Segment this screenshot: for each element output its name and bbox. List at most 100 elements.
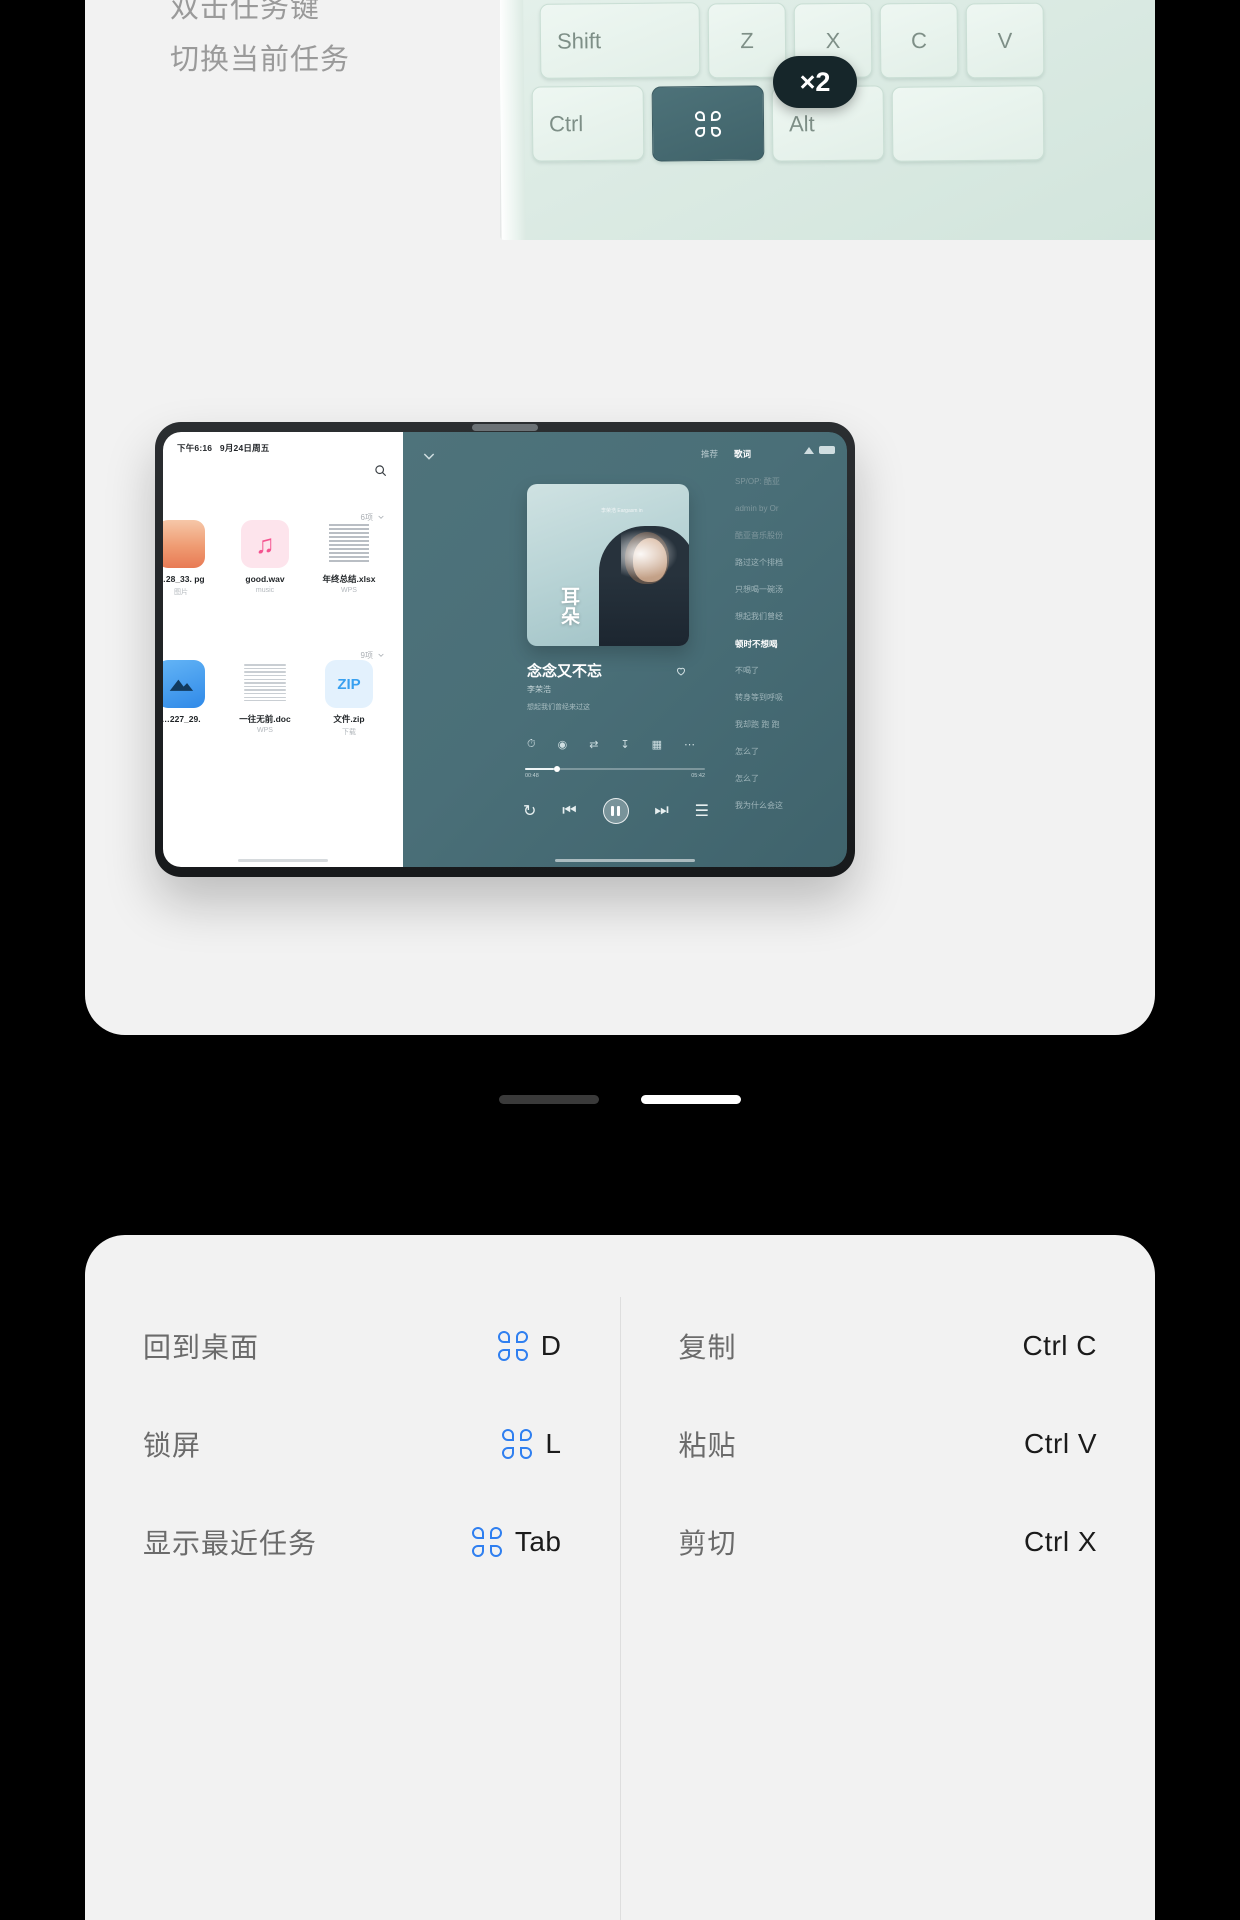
playlist-icon[interactable]: ☰ bbox=[695, 801, 709, 821]
shortcut-row-recents: 显示最近任务 Tab bbox=[143, 1493, 562, 1591]
effects-row: ⏱ ◉ ⇄ ↧ ▦ ⋯ bbox=[527, 738, 695, 751]
album-veil bbox=[621, 530, 677, 578]
album-art[interactable]: 李荣浩 Eargasm in 耳 朵 bbox=[527, 484, 689, 646]
battery-icon bbox=[819, 446, 835, 454]
shortcut-key-letter: Tab bbox=[514, 1526, 562, 1557]
album-art-title: 耳 朵 bbox=[561, 587, 581, 628]
status-bar: 下午6:16 9月24日周五 bbox=[177, 442, 270, 454]
document-icon bbox=[241, 660, 289, 708]
shortcut-keys: Tab bbox=[471, 1526, 562, 1558]
lyric-line: 不喝了 bbox=[735, 666, 759, 675]
key-ctrl[interactable]: Ctrl bbox=[531, 85, 645, 162]
player-status-bar bbox=[804, 446, 835, 454]
file-grid: …28_33. pg 图片 ♫ good.wav music bbox=[163, 520, 403, 603]
lyric-line: 只想喝一碗汤 bbox=[735, 585, 783, 594]
pagination-dot-1[interactable] bbox=[499, 1095, 599, 1104]
progress-knob[interactable] bbox=[553, 766, 560, 772]
quality-icon[interactable]: ▦ bbox=[652, 738, 662, 751]
shortcut-row-paste: 粘贴 Ctrl V bbox=[679, 1395, 1098, 1493]
tablet-device: 下午6:16 9月24日周五 6项 28_33. pg 图片 ♫ good.wa… bbox=[155, 422, 855, 877]
time-elapsed: 00:48 bbox=[525, 773, 539, 779]
key-shift[interactable]: Shift bbox=[539, 2, 701, 79]
file-row: …28_33. pg 图片 ♫ good.wav music bbox=[163, 520, 403, 597]
search-icon[interactable] bbox=[374, 464, 387, 482]
shortcut-key-combo: Ctrl X bbox=[1024, 1526, 1097, 1557]
file-item[interactable]: 一往无前.doc WPS bbox=[227, 660, 303, 737]
chevron-down-icon bbox=[377, 651, 385, 661]
repeat-icon[interactable]: ↻ bbox=[523, 801, 536, 821]
artist-name: 李荣浩 bbox=[527, 685, 551, 694]
shortcut-row-lock: 锁屏 L bbox=[143, 1395, 562, 1493]
shortcut-label: 显示最近任务 bbox=[143, 1528, 318, 1559]
time-row: 00:48 05:42 bbox=[525, 773, 705, 779]
current-lyric-line: 想起我们曾经来过这 bbox=[527, 704, 590, 711]
player-tabs: 推荐 歌词 bbox=[701, 448, 751, 460]
shortcut-key-combo: Ctrl C bbox=[1022, 1330, 1097, 1361]
home-indicator-left[interactable] bbox=[238, 859, 328, 862]
heart-icon[interactable] bbox=[675, 664, 687, 682]
caption-line-2: 切换当前任务 bbox=[170, 44, 351, 76]
top-caption: 双击任务键 切换当前任务 bbox=[170, 0, 350, 86]
key-space[interactable] bbox=[891, 85, 1045, 162]
tab-lyrics[interactable]: 歌词 bbox=[734, 448, 751, 460]
keyboard-photo: Caps Lock A S D F Shift Z X bbox=[500, 0, 1155, 240]
wifi-icon bbox=[804, 446, 814, 454]
home-indicator-right[interactable] bbox=[555, 859, 695, 862]
download-icon[interactable]: ↧ bbox=[620, 738, 629, 751]
time-total: 05:42 bbox=[691, 773, 705, 779]
lyric-line: admin by Or bbox=[735, 504, 779, 513]
file-item[interactable]: …227_29. bbox=[163, 660, 219, 737]
product-page: 双击任务键 切换当前任务 Caps Lock A S D F bbox=[0, 0, 1240, 1920]
music-note-icon: ♫ bbox=[241, 520, 289, 568]
shortcut-row-home: 回到桌面 D bbox=[143, 1297, 562, 1395]
file-item[interactable]: ♫ good.wav music bbox=[227, 520, 303, 597]
shortcut-keys: D bbox=[497, 1330, 562, 1362]
double-press-badge: ×2 bbox=[773, 56, 857, 108]
file-item[interactable]: …28_33. pg 图片 bbox=[163, 520, 219, 597]
file-item[interactable]: 年终总结.xlsx WPS bbox=[311, 520, 387, 597]
more-icon[interactable]: ⋯ bbox=[684, 738, 695, 751]
speed-icon[interactable]: ⇄ bbox=[589, 738, 598, 751]
key-c[interactable]: C bbox=[879, 2, 959, 79]
lyric-line-current: 顿时不想喝 bbox=[735, 639, 778, 649]
pause-icon[interactable] bbox=[602, 798, 629, 824]
shortcut-label: 回到桌面 bbox=[143, 1332, 260, 1363]
playback-controls: ↻ ⏮ ⏭ ☰ bbox=[523, 798, 709, 824]
task-key-icon bbox=[497, 1331, 528, 1361]
key-z[interactable]: Z bbox=[707, 2, 787, 79]
lyric-line: 我却跑 跑 跑 bbox=[735, 720, 780, 729]
shortcut-row-cut: 剪切 Ctrl X bbox=[679, 1493, 1098, 1591]
timer-icon[interactable]: ⏱ bbox=[527, 738, 536, 751]
shortcut-keys: L bbox=[502, 1428, 561, 1460]
image-thumb bbox=[163, 520, 205, 568]
previous-icon[interactable]: ⏮ bbox=[562, 802, 576, 820]
blue-file-icon bbox=[163, 660, 205, 708]
keyboard-edge bbox=[500, 0, 527, 240]
task-key-icon bbox=[502, 1429, 533, 1459]
key-v[interactable]: V bbox=[965, 2, 1045, 79]
top-feature-card: 双击任务键 切换当前任务 Caps Lock A S D F bbox=[85, 0, 1155, 1035]
shortcut-label: 复制 bbox=[678, 1332, 737, 1363]
shortcut-key-letter: L bbox=[545, 1428, 562, 1459]
front-camera bbox=[472, 424, 538, 431]
file-item[interactable]: ZIP 文件.zip 下载 bbox=[311, 660, 387, 737]
shortcut-row-copy: 复制 Ctrl C bbox=[679, 1297, 1098, 1395]
tab-recommend[interactable]: 推荐 bbox=[701, 448, 718, 460]
lyric-line: 我为什么会这 bbox=[735, 801, 783, 810]
next-icon[interactable]: ⏭ bbox=[654, 802, 668, 820]
pagination-dot-2[interactable] bbox=[641, 1095, 741, 1104]
lyric-line: 酷亚音乐股份 bbox=[735, 531, 783, 540]
equalizer-icon[interactable]: ◉ bbox=[558, 738, 568, 751]
key-task[interactable] bbox=[651, 85, 765, 162]
chevron-down-icon[interactable] bbox=[421, 448, 437, 469]
lyric-line: 怎么了 bbox=[735, 774, 759, 783]
spreadsheet-icon bbox=[325, 520, 373, 568]
lyric-line: 转身等到呼吸 bbox=[735, 693, 783, 702]
tablet-screen: 下午6:16 9月24日周五 6项 28_33. pg 图片 ♫ good.wa… bbox=[163, 432, 847, 867]
music-player-pane: 推荐 歌词 李荣浩 Eargasm in 耳 朵 念念又不忘 李荣浩 想起我们曾… bbox=[403, 432, 847, 867]
file-manager-pane: 下午6:16 9月24日周五 6项 28_33. pg 图片 ♫ good.wa… bbox=[163, 432, 403, 867]
lyrics-panel[interactable]: SP/OP: 酷亚 admin by Or 酷亚音乐股份 路过这个排档 只想喝一… bbox=[735, 476, 847, 826]
shortcuts-column-right: 复制 Ctrl C 粘贴 Ctrl V 剪切 Ctrl X bbox=[619, 1297, 1156, 1920]
pagination-dots bbox=[0, 1095, 1240, 1104]
progress-bar[interactable] bbox=[525, 766, 705, 772]
